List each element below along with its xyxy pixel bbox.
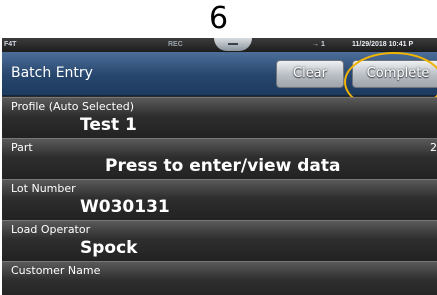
field-value: Press to enter/view data <box>105 156 341 176</box>
usb-count: 1 <box>320 41 325 48</box>
field-extra: 2 <box>430 141 437 154</box>
controller-screen: F4T REC → 1 11/29/2018 10:41 P Batch Ent… <box>2 38 437 295</box>
field-value: W030131 <box>80 197 170 217</box>
status-bar: F4T REC → 1 11/29/2018 10:41 P <box>2 38 437 52</box>
step-number: 6 <box>208 1 229 36</box>
model-label: F4T <box>4 41 17 48</box>
usb-icon: → <box>312 41 319 48</box>
field-customer-name[interactable]: Customer Name <box>2 261 437 295</box>
field-label: Part <box>11 141 33 154</box>
field-value: Spock <box>80 238 138 258</box>
field-lot-number[interactable]: Lot Number W030131 <box>2 179 437 220</box>
clear-button[interactable]: Clear <box>276 60 344 88</box>
usb-indicator: → 1 <box>312 38 325 52</box>
field-label: Lot Number <box>11 182 76 195</box>
field-label: Customer Name <box>11 264 101 277</box>
date-time: 11/29/2018 10:41 P <box>352 41 414 48</box>
rec-indicator: REC <box>168 41 183 48</box>
header-bar: Batch Entry Clear Complete <box>2 52 437 112</box>
page-title: Batch Entry <box>11 65 93 81</box>
field-value: Test 1 <box>80 115 137 135</box>
pulldown-tab-handle[interactable] <box>214 38 252 51</box>
field-load-operator[interactable]: Load Operator Spock <box>2 220 437 261</box>
handle-grip-icon <box>228 43 238 45</box>
field-label: Profile (Auto Selected) <box>11 100 135 113</box>
field-label: Load Operator <box>11 223 91 236</box>
field-part[interactable]: Part 2 Press to enter/view data <box>2 138 437 179</box>
field-profile[interactable]: Profile (Auto Selected) Test 1 <box>2 97 437 138</box>
